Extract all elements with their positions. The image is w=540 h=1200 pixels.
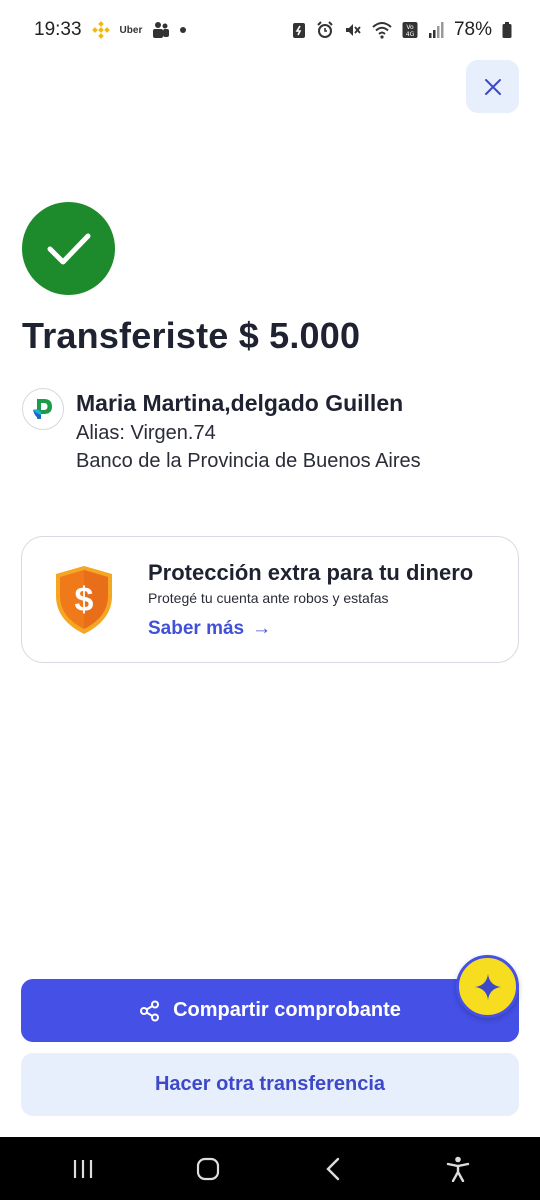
teams-icon bbox=[152, 21, 170, 39]
recipient-name: Maria Martina,delgado Guillen bbox=[76, 390, 404, 416]
recipient-bank: Banco de la Provincia de Buenos Aires bbox=[76, 450, 421, 472]
mute-icon bbox=[344, 21, 362, 39]
share-receipt-button[interactable]: Compartir comprobante bbox=[21, 979, 519, 1042]
recipient-info: Maria Martina,delgado Guillen Alias: Vir… bbox=[76, 388, 421, 474]
wifi-icon bbox=[372, 21, 392, 39]
protection-title: Protección extra para tu dinero bbox=[148, 559, 474, 585]
bank-logo-icon bbox=[22, 388, 64, 430]
protection-card[interactable]: $ Protección extra para tu dinero Proteg… bbox=[21, 536, 519, 663]
svg-text:Vo: Vo bbox=[406, 24, 414, 31]
status-right: Vo 4G 78% bbox=[292, 19, 512, 41]
svg-text:4G: 4G bbox=[406, 31, 415, 38]
ai-assistant-button[interactable] bbox=[456, 955, 519, 1018]
protection-text: Protección extra para tu dinero Protegé … bbox=[148, 560, 473, 640]
status-bar: 19:33 Uber Vo 4G 78% bbox=[0, 0, 540, 60]
volte-icon: Vo 4G bbox=[402, 21, 418, 39]
status-time: 19:33 bbox=[34, 19, 82, 40]
new-transfer-label: Hacer otra transferencia bbox=[154, 1073, 386, 1095]
arrow-right-icon: → bbox=[252, 617, 272, 639]
uber-label: Uber bbox=[119, 24, 143, 36]
alarm-icon bbox=[316, 21, 334, 39]
share-icon bbox=[139, 1000, 161, 1022]
accessibility-icon bbox=[446, 1156, 470, 1182]
system-nav-bar bbox=[0, 1137, 540, 1200]
notification-dot-icon bbox=[180, 27, 187, 33]
share-receipt-label: Compartir comprobante bbox=[173, 999, 401, 1021]
page-title: Transferiste $ 5.000 bbox=[22, 315, 361, 356]
success-badge bbox=[22, 202, 115, 295]
accessibility-button[interactable] bbox=[428, 1144, 488, 1194]
signal-icon bbox=[428, 21, 444, 39]
learn-more-label: Saber más bbox=[148, 617, 245, 639]
home-button[interactable] bbox=[178, 1144, 238, 1194]
battery-icon bbox=[502, 21, 512, 39]
close-button[interactable] bbox=[466, 60, 519, 113]
recent-apps-button[interactable] bbox=[53, 1144, 113, 1194]
recent-apps-icon bbox=[71, 1158, 95, 1180]
learn-more-link[interactable]: Saber más → bbox=[148, 618, 473, 640]
status-left: 19:33 Uber bbox=[34, 19, 187, 41]
home-icon bbox=[196, 1157, 220, 1181]
svg-text:$: $ bbox=[75, 581, 94, 619]
back-button[interactable] bbox=[303, 1144, 363, 1194]
recipient-alias: Alias: Virgen.74 bbox=[76, 422, 216, 444]
protection-subtitle: Protegé tu cuenta ante robos y estafas bbox=[148, 589, 389, 606]
sparkle-icon bbox=[473, 972, 503, 1002]
new-transfer-button[interactable]: Hacer otra transferencia bbox=[21, 1053, 519, 1116]
close-icon bbox=[484, 78, 502, 96]
check-icon bbox=[47, 232, 91, 266]
battery-percent: 78% bbox=[453, 19, 492, 40]
battery-saver-icon bbox=[292, 21, 306, 39]
recipient-block: Maria Martina,delgado Guillen Alias: Vir… bbox=[22, 388, 421, 474]
binance-icon bbox=[91, 21, 110, 39]
shield-dollar-icon: $ bbox=[52, 564, 116, 636]
back-icon bbox=[325, 1157, 341, 1181]
